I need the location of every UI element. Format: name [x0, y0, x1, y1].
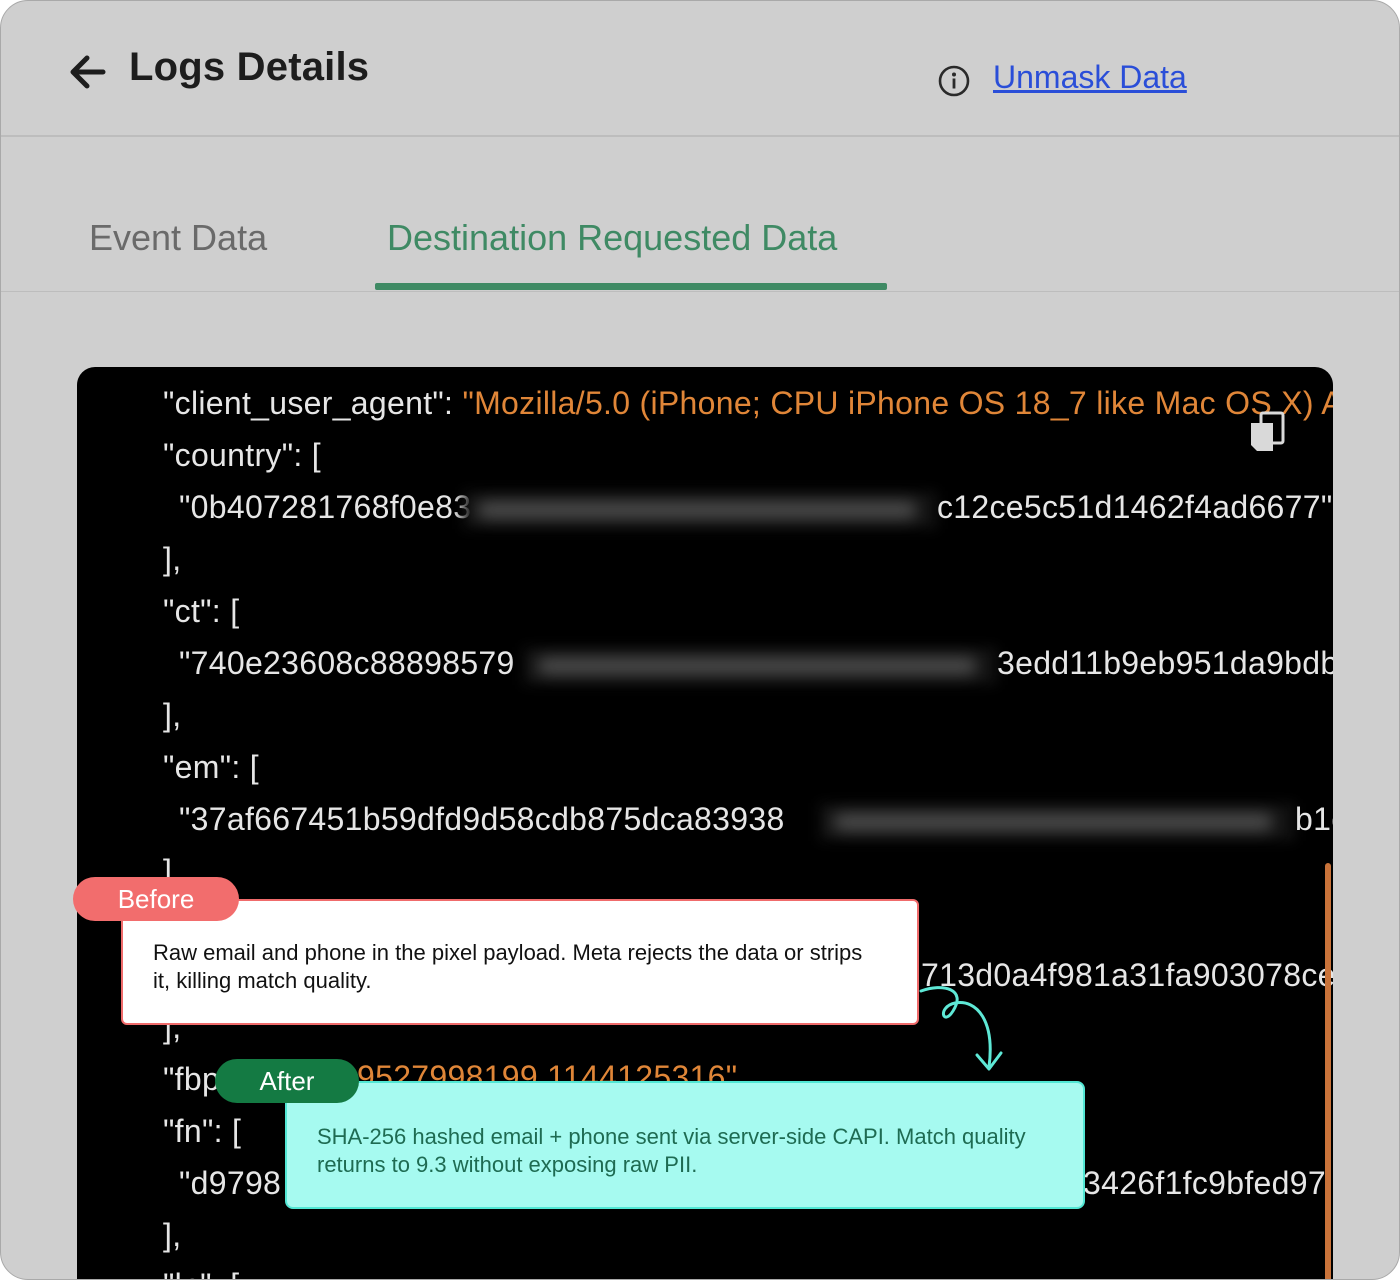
- code-line-em-suffix: b1c: [1295, 801, 1333, 837]
- code-line-country-suffix: c12ce5c51d1462f4ad6677": [937, 489, 1333, 525]
- code-line-next-key: "ln": [: [163, 1267, 239, 1279]
- code-line-em-key: "em": [: [163, 749, 259, 785]
- json-key: "fbp: [163, 1061, 221, 1097]
- before-callout-text: Raw email and phone in the pixel payload…: [153, 940, 863, 993]
- code-line-country-key: "country": [: [163, 437, 321, 473]
- code-line-country-prefix: "0b407281768f0e83: [179, 489, 472, 525]
- code-line-fn-suffix: 3426f1fc9bfed97: [1083, 1165, 1326, 1201]
- code-line-fn-prefix: "d9798: [179, 1165, 282, 1201]
- curly-arrow-icon: [919, 986, 1003, 1071]
- arrow-left-icon[interactable]: [67, 51, 109, 93]
- logs-details-window: Logs Details Unmask Data Event Data Dest…: [0, 0, 1400, 1280]
- code-line-em-prefix: "37af667451b59dfd9d58cdb875dca83938: [179, 801, 785, 837]
- code-line-ct-key: "ct": [: [163, 593, 240, 629]
- tab-bar: Event Data Destination Requested Data: [1, 137, 1399, 292]
- header: Logs Details Unmask Data: [1, 1, 1399, 137]
- code-line-ct-prefix: "740e23608c88898579: [179, 645, 515, 681]
- json-key: "client_user_agent":: [163, 385, 463, 421]
- copy-icon[interactable]: [1247, 411, 1287, 455]
- scrollbar-thumb[interactable]: [1325, 863, 1331, 1279]
- active-tab-indicator: [375, 283, 887, 290]
- code-line-fn-key: "fn": [: [163, 1113, 242, 1149]
- code-line-fbp: "fbp: [163, 1061, 220, 1098]
- redaction-blur-texture: [537, 659, 977, 673]
- before-badge: Before: [73, 877, 239, 921]
- tab-destination-requested-data[interactable]: Destination Requested Data: [387, 217, 837, 259]
- redaction-blur-texture: [833, 815, 1273, 829]
- code-line-close: ],: [163, 1217, 182, 1253]
- code-line-close: ],: [163, 541, 182, 577]
- after-badge: After: [215, 1059, 359, 1103]
- info-circle-icon: [938, 65, 970, 97]
- json-string-value: "Mozilla/5.0 (iPhone; CPU iPhone OS 18_7…: [462, 385, 1333, 421]
- code-line-ct-suffix: 3edd11b9eb951da9bdb: [997, 645, 1333, 681]
- unmask-data-link[interactable]: Unmask Data: [993, 59, 1187, 96]
- code-line-close: ],: [163, 697, 182, 733]
- code-line-user-agent: "client_user_agent": "Mozilla/5.0 (iPhon…: [163, 385, 1333, 422]
- page-title: Logs Details: [129, 45, 370, 89]
- redaction-blur-texture: [477, 503, 917, 517]
- tab-event-data[interactable]: Event Data: [89, 217, 267, 259]
- after-callout-text: SHA-256 hashed email + phone sent via se…: [317, 1124, 1026, 1177]
